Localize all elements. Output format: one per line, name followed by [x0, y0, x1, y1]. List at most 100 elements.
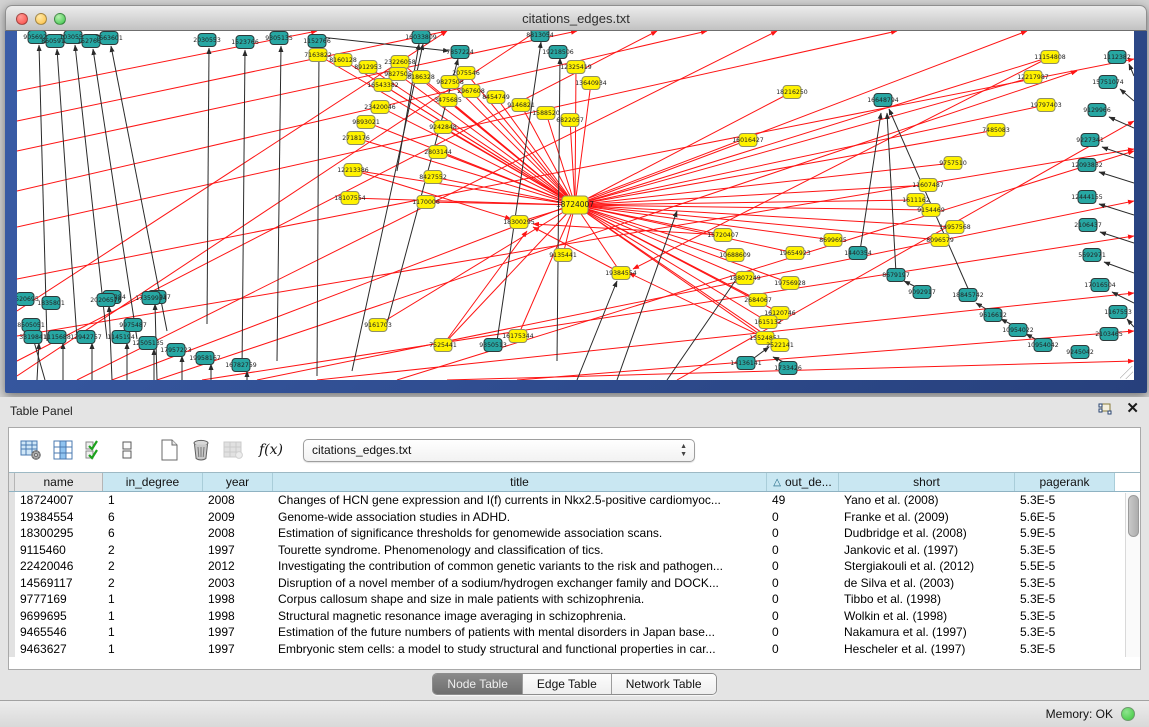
cell-in_degree[interactable]: 6	[103, 525, 203, 542]
cell-in_degree[interactable]: 2	[103, 575, 203, 592]
cell-out_de[interactable]: 0	[767, 558, 839, 575]
cell-pagerank[interactable]: 5.3E-5	[1015, 608, 1115, 625]
cell-year[interactable]: 2003	[203, 575, 273, 592]
cell-short[interactable]: Wolkin et al. (1998)	[839, 608, 1015, 625]
graph-node[interactable]: 10954042	[1027, 339, 1059, 352]
cell-pagerank[interactable]: 5.6E-5	[1015, 509, 1115, 526]
graph-node[interactable]: 8813054	[526, 31, 554, 42]
cell-in_degree[interactable]: 6	[103, 509, 203, 526]
cell-out_de[interactable]: 0	[767, 591, 839, 608]
column-header-title[interactable]: title	[273, 473, 767, 491]
cell-pagerank[interactable]: 5.3E-5	[1015, 492, 1115, 509]
cell-in_degree[interactable]: 1	[103, 641, 203, 658]
graph-node[interactable]: 2106437	[1074, 219, 1102, 232]
cell-pagerank[interactable]: 5.3E-5	[1015, 591, 1115, 608]
cell-out_de[interactable]: 0	[767, 608, 839, 625]
cell-short[interactable]: Yano et al. (2008)	[839, 492, 1015, 509]
canvas-resize-grip[interactable]	[1120, 366, 1133, 379]
table-row[interactable]: 946362711997Embryonic stem cells: a mode…	[9, 641, 1140, 658]
graph-node[interactable]: 7485083	[982, 124, 1010, 137]
graph-node[interactable]: 18107554	[334, 192, 366, 205]
cell-short[interactable]: Stergiakouli et al. (2012)	[839, 558, 1015, 575]
graph-node[interactable]: 9135441	[549, 249, 577, 262]
graph-node[interactable]: 9305135	[265, 32, 293, 45]
table-select-dropdown[interactable]: citations_edges.txt ▲▼	[303, 439, 695, 462]
column-header-in_degree[interactable]: in_degree	[103, 473, 203, 491]
graph-node[interactable]: 8679197	[882, 269, 910, 282]
graph-node[interactable]: 9975487	[119, 319, 147, 332]
graph-node[interactable]: 19654923	[779, 247, 811, 260]
cell-pagerank[interactable]: 5.5E-5	[1015, 558, 1115, 575]
graph-node[interactable]: 19958167	[189, 352, 221, 365]
graph-node[interactable]: 19384554	[605, 267, 637, 280]
cell-name[interactable]: 18300295	[15, 525, 103, 542]
graph-node[interactable]: 1152766	[303, 35, 331, 48]
cell-short[interactable]: Hescheler et al. (1997)	[839, 641, 1015, 658]
memory-status-indicator[interactable]	[1121, 707, 1135, 721]
cell-title[interactable]: Structural magnetic resonance image aver…	[273, 608, 767, 625]
column-header-pagerank[interactable]: pagerank	[1015, 473, 1115, 491]
cell-name[interactable]: 9699695	[15, 608, 103, 625]
graph-node[interactable]: 1170006	[412, 196, 440, 209]
graph-node[interactable]: 12325419	[560, 61, 592, 74]
cell-title[interactable]: Corpus callosum shape and size in male p…	[273, 591, 767, 608]
cell-title[interactable]: Genome-wide association studies in ADHD.	[273, 509, 767, 526]
cell-name[interactable]: 22420046	[15, 558, 103, 575]
graph-node[interactable]: 2718176	[342, 132, 370, 145]
row-height-icon[interactable]	[113, 436, 141, 464]
network-window-titlebar[interactable]: citations_edges.txt	[5, 5, 1147, 31]
graph-node[interactable]: 2967608	[457, 85, 485, 98]
graph-node[interactable]: 1167553	[1104, 306, 1132, 319]
column-header-name[interactable]: name	[15, 473, 103, 491]
cell-pagerank[interactable]: 5.9E-5	[1015, 525, 1115, 542]
float-panel-icon[interactable]	[1098, 403, 1112, 416]
new-column-icon[interactable]	[155, 436, 183, 464]
graph-node[interactable]: 8699695	[819, 234, 847, 247]
graph-node[interactable]: 1835801	[37, 297, 65, 310]
cell-short[interactable]: Dudbridge et al. (2008)	[839, 525, 1015, 542]
graph-node[interactable]: 15751074	[1092, 76, 1124, 89]
delete-column-icon[interactable]	[187, 436, 215, 464]
cell-year[interactable]: 2008	[203, 492, 273, 509]
cell-title[interactable]: Investigating the contribution of common…	[273, 558, 767, 575]
graph-node[interactable]: 1733426	[774, 362, 802, 375]
graph-node[interactable]: 12213386	[337, 164, 369, 177]
cell-year[interactable]: 1997	[203, 624, 273, 641]
graph-node[interactable]: 9245042	[1066, 346, 1094, 359]
cell-name[interactable]: 18724007	[15, 492, 103, 509]
cell-year[interactable]: 1998	[203, 608, 273, 625]
table-row[interactable]: 2242004622012Investigating the contribut…	[9, 558, 1140, 575]
graph-node[interactable]: 7857224	[446, 46, 474, 59]
cell-pagerank[interactable]: 5.3E-5	[1015, 641, 1115, 658]
graph-node[interactable]: 9350513	[479, 339, 507, 352]
graph-node[interactable]: 8096579	[926, 234, 954, 247]
cell-short[interactable]: Nakamura et al. (1997)	[839, 624, 1015, 641]
graph-node[interactable]: 9092917	[908, 286, 936, 299]
graph-node[interactable]: 9757510	[939, 157, 967, 170]
graph-node[interactable]: 3475685	[434, 94, 462, 107]
graph-node[interactable]: 1440354	[844, 247, 872, 260]
cell-in_degree[interactable]: 1	[103, 624, 203, 641]
cell-pagerank[interactable]: 5.3E-5	[1015, 624, 1115, 641]
cell-name[interactable]: 14569117	[15, 575, 103, 592]
graph-node[interactable]: 13640934	[575, 77, 607, 90]
graph-node[interactable]: 6822057	[556, 114, 584, 127]
graph-node[interactable]: 16782759	[225, 359, 257, 372]
cell-name[interactable]: 9465546	[15, 624, 103, 641]
close-panel-icon[interactable]: ✕	[1126, 402, 1139, 416]
tab-node-table[interactable]: Node Table	[433, 674, 523, 694]
cell-name[interactable]: 19384554	[15, 509, 103, 526]
cell-short[interactable]: Franke et al. (2009)	[839, 509, 1015, 526]
delete-table-icon[interactable]	[219, 436, 247, 464]
graph-node[interactable]: 18845742	[952, 289, 984, 302]
column-header-short[interactable]: short	[839, 473, 1015, 491]
table-row[interactable]: 977716911998Corpus callosum shape and si…	[9, 591, 1140, 608]
cell-short[interactable]: de Silva et al. (2003)	[839, 575, 1015, 592]
table-row[interactable]: 1938455462009Genome-wide association stu…	[9, 509, 1140, 526]
cell-short[interactable]: Tibbo et al. (1998)	[839, 591, 1015, 608]
graph-node[interactable]: 16033809	[405, 31, 437, 44]
graph-node[interactable]: 1112382	[1103, 51, 1131, 64]
graph-node[interactable]: 5692971	[1078, 249, 1106, 262]
network-graph[interactable]: 7163822816012889129532322605898275051654…	[17, 31, 1134, 380]
cell-title[interactable]: Estimation of significance thresholds fo…	[273, 525, 767, 542]
